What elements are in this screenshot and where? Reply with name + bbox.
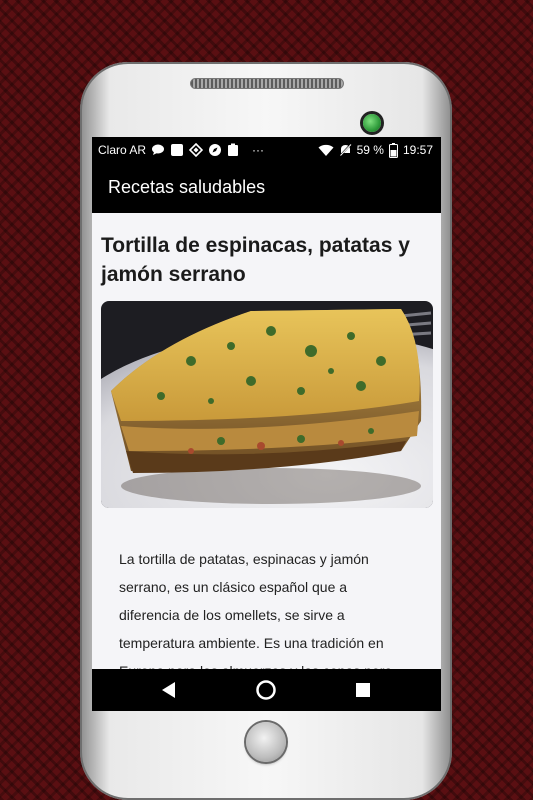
recents-button[interactable] bbox=[343, 669, 383, 711]
tortilla-illustration bbox=[101, 301, 433, 508]
app-title: Recetas saludables bbox=[108, 177, 266, 197]
clipboard-icon bbox=[227, 143, 239, 157]
tortilla-photo bbox=[101, 301, 433, 508]
carrier-name: Claro AR bbox=[98, 143, 147, 157]
status-bar: Claro AR ··· 59 % 19:57 bbox=[92, 137, 441, 163]
more-notifications-icon: ··· bbox=[252, 143, 265, 157]
square-icon bbox=[170, 143, 184, 157]
recipe-title: Tortilla de espinacas, patatas y jamón s… bbox=[101, 234, 410, 286]
phone-screen: Claro AR ··· 59 % 19:57 Recetas saludabl… bbox=[92, 137, 441, 711]
back-icon bbox=[162, 682, 175, 698]
battery-icon bbox=[388, 142, 398, 158]
back-button[interactable] bbox=[149, 669, 189, 711]
compass-icon bbox=[208, 143, 222, 157]
front-camera bbox=[363, 114, 381, 132]
recipe-description: La tortilla de patatas, espinacas y jamó… bbox=[119, 551, 392, 669]
recents-icon bbox=[356, 683, 370, 697]
home-button[interactable] bbox=[246, 669, 286, 711]
clock: 19:57 bbox=[402, 143, 433, 157]
navigation-bar bbox=[92, 669, 441, 711]
battery-percent: 59 % bbox=[356, 143, 384, 157]
home-icon bbox=[256, 680, 276, 700]
mute-icon bbox=[338, 143, 352, 157]
earpiece-speaker bbox=[190, 78, 344, 89]
diamond-icon bbox=[189, 143, 204, 157]
chat-icon bbox=[151, 144, 165, 156]
physical-home-button[interactable] bbox=[246, 722, 286, 762]
app-bar: Recetas saludables bbox=[92, 163, 441, 213]
wifi-icon bbox=[318, 144, 334, 157]
article-content[interactable]: Tortilla de espinacas, patatas y jamón s… bbox=[92, 213, 441, 669]
